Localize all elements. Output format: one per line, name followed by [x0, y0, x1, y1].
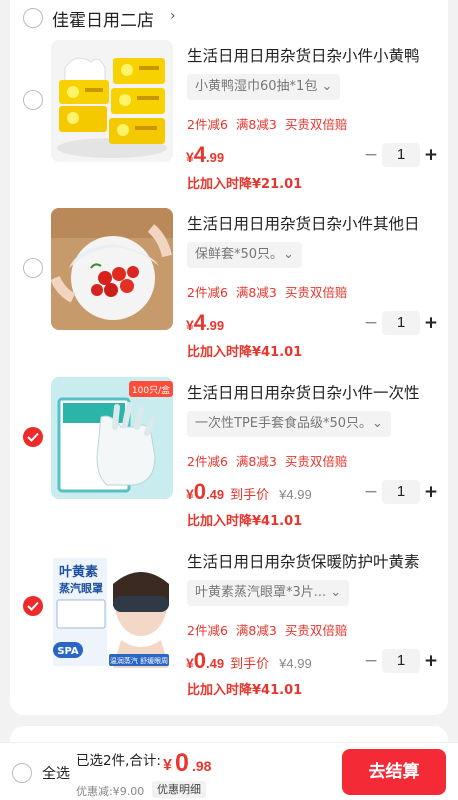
final-price-tag: 到手价	[230, 487, 270, 502]
increase-button[interactable]: +	[422, 310, 440, 336]
sku-selector[interactable]: 保鲜套*50只。⌄	[187, 242, 302, 268]
promo-tag: 2件减6	[187, 117, 228, 132]
image-text: 蒸汽眼罩	[59, 581, 103, 595]
price-decimal: .49	[206, 656, 225, 671]
product-image[interactable]: 叶黄素 蒸汽眼罩 SPA 温润蒸汽 舒缓眼周	[51, 546, 173, 668]
price-drop-note: 比加入时降¥41.01	[187, 683, 303, 698]
promo-tag: 2件减6	[187, 623, 228, 638]
product-title[interactable]: 生活日用日用杂货日杂小件一次性	[187, 381, 437, 403]
chevron-right-icon[interactable]: ›	[170, 8, 176, 24]
product-title[interactable]: 生活日用日用杂货日杂小件其他日	[187, 212, 437, 234]
price-decimal: .99	[206, 150, 225, 165]
total-integer: 0	[175, 749, 189, 777]
promo-tag: 满8减3	[235, 454, 277, 469]
decrease-button[interactable]: −	[362, 310, 380, 336]
product-title[interactable]: 生活日用日用杂货日杂小件小黄鸭	[187, 44, 437, 66]
quantity-value[interactable]: 1	[382, 649, 420, 673]
promo-tag: 2件减6	[187, 285, 228, 300]
promo-tags: 2件减6 满8减3 买贵双倍赔	[187, 114, 355, 133]
product-image[interactable]: 100只/盒	[51, 377, 173, 499]
item-select-radio[interactable]	[23, 427, 43, 447]
price-integer: 4	[193, 310, 207, 335]
promo-tag: 2件减6	[187, 454, 228, 469]
product-image[interactable]	[51, 208, 173, 330]
item-select-radio[interactable]	[23, 596, 43, 616]
image-text: 叶黄素	[59, 564, 98, 580]
cart-item[interactable]: 叶黄素 蒸汽眼罩 SPA 温润蒸汽 舒缓眼周 生活日用日用杂货保暖防护叶黄素 叶…	[0, 546, 458, 714]
final-price-tag: 到手价	[230, 656, 270, 671]
currency-symbol: ¥	[186, 486, 194, 502]
sku-selector[interactable]: 叶黄素蒸汽眼罩*3片... ⌄	[187, 580, 350, 606]
currency-symbol: ¥	[186, 655, 194, 671]
select-all-label[interactable]: 全选	[42, 763, 70, 783]
promo-tags: 2件减6 满8减3 买贵双倍赔	[187, 620, 355, 639]
promo-tags: 2件减6 满8减3 买贵双倍赔	[187, 282, 355, 301]
promo-tag: 买贵双倍赔	[284, 117, 348, 132]
total-decimal: .98	[192, 758, 212, 774]
original-price: ¥4.99	[279, 656, 312, 671]
price-drop-note: 比加入时降¥21.01	[187, 177, 303, 192]
increase-button[interactable]: +	[422, 142, 440, 168]
product-image[interactable]	[51, 40, 173, 162]
price-integer: 0	[193, 479, 207, 504]
price: ¥4.99	[186, 310, 224, 336]
store-select-radio[interactable]	[23, 8, 43, 28]
promo-tags: 2件减6 满8减3 买贵双倍赔	[187, 451, 355, 470]
image-text: 温润蒸汽 舒缓眼周	[110, 656, 168, 665]
quantity-value[interactable]: 1	[382, 143, 420, 167]
price-drop-note: 比加入时降¥41.01	[187, 345, 303, 360]
quantity-stepper[interactable]: − 1 +	[362, 310, 438, 336]
price-integer: 0	[193, 648, 207, 673]
quantity-stepper[interactable]: − 1 +	[362, 142, 438, 168]
item-select-radio[interactable]	[23, 258, 43, 278]
price: ¥0.49 到手价 ¥4.99	[186, 479, 312, 505]
promo-tag: 买贵双倍赔	[284, 285, 348, 300]
currency-symbol: ¥	[186, 149, 194, 165]
price: ¥0.49 到手价 ¥4.99	[186, 648, 312, 674]
product-title[interactable]: 生活日用日用杂货保暖防护叶黄素	[187, 550, 437, 572]
increase-button[interactable]: +	[422, 479, 440, 505]
quantity-stepper[interactable]: − 1 +	[362, 648, 438, 674]
price-decimal: .99	[206, 318, 225, 333]
promo-tag: 买贵双倍赔	[284, 623, 348, 638]
cart-item[interactable]: 生活日用日用杂货日杂小件其他日 保鲜套*50只。⌄ 2件减6 满8减3 买贵双倍赔 …	[0, 208, 458, 376]
check-icon	[27, 432, 39, 442]
item-select-radio[interactable]	[23, 90, 43, 110]
decrease-button[interactable]: −	[362, 648, 380, 674]
discount-detail-button[interactable]: 优惠明细	[152, 781, 206, 798]
cart-item[interactable]: 100只/盒 生活日用日用杂货日杂小件一次性 一次性TPE手套食品级*50只。⌄…	[0, 377, 458, 545]
promo-tag: 买贵双倍赔	[284, 454, 348, 469]
total-currency: ¥	[163, 757, 172, 774]
increase-button[interactable]: +	[422, 648, 440, 674]
store-header[interactable]: 佳霍日用二店 ›	[0, 0, 458, 34]
quantity-value[interactable]: 1	[382, 311, 420, 335]
currency-symbol: ¥	[186, 317, 194, 333]
checkout-bar: 全选 已选2件,合计: ¥ 0 .98 优惠减:¥9.00 优惠明细 去结算	[0, 742, 458, 800]
check-icon	[27, 601, 39, 611]
decrease-button[interactable]: −	[362, 142, 380, 168]
original-price: ¥4.99	[279, 487, 312, 502]
promo-tag: 满8减3	[235, 117, 277, 132]
price: ¥4.99	[186, 142, 224, 168]
price-decimal: .49	[206, 487, 225, 502]
price-integer: 4	[193, 142, 207, 167]
sku-selector[interactable]: 一次性TPE手套食品级*50只。⌄	[187, 411, 391, 437]
quantity-value[interactable]: 1	[382, 480, 420, 504]
store-name[interactable]: 佳霍日用二店	[52, 6, 154, 31]
promo-tag: 满8减3	[235, 285, 277, 300]
cart-item[interactable]: 生活日用日用杂货日杂小件小黄鸭 小黄鸭湿巾60抽*1包 ⌄ 2件减6 满8减3 买贵…	[0, 40, 458, 208]
checkout-button[interactable]: 去结算	[342, 749, 446, 795]
selection-summary: 已选2件,合计:	[76, 753, 161, 769]
image-badge-text: 100只/盒	[132, 384, 170, 396]
select-all-radio[interactable]	[12, 763, 32, 783]
price-drop-note: 比加入时降¥41.01	[187, 514, 303, 529]
quantity-stepper[interactable]: − 1 +	[362, 479, 438, 505]
promo-tag: 满8减3	[235, 623, 277, 638]
discount-amount: 优惠减:¥9.00	[76, 785, 145, 798]
decrease-button[interactable]: −	[362, 479, 380, 505]
sku-selector[interactable]: 小黄鸭湿巾60抽*1包 ⌄	[187, 74, 341, 100]
image-text: SPA	[57, 646, 79, 657]
